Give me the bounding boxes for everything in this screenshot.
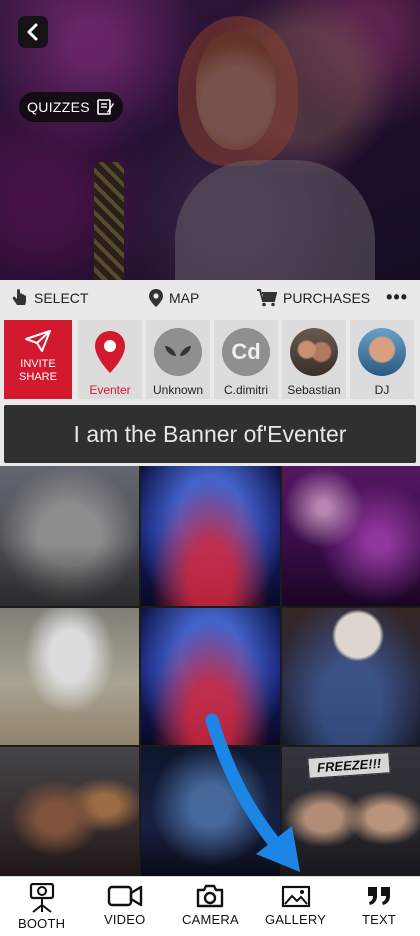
location-pin-icon (95, 331, 125, 373)
gallery-photo[interactable] (0, 466, 139, 606)
gallery-photo[interactable] (141, 466, 280, 606)
quizzes-label: QUIZZES (27, 99, 90, 115)
gallery-photo[interactable] (141, 608, 280, 745)
share-label: SHARE (19, 371, 57, 383)
map-action[interactable]: MAP (149, 289, 199, 307)
participant-name: C.dimitri (224, 383, 268, 397)
photo-gallery-grid: FREEZE!!! (0, 466, 420, 876)
banner-area: I am the Banner of'Eventer (0, 402, 420, 466)
nav-video[interactable]: VIDEO (104, 883, 145, 927)
nav-booth-label: BOOTH (18, 916, 66, 931)
nav-text[interactable]: TEXT (362, 883, 396, 927)
participant-name: Sebastian (287, 383, 341, 397)
hero-dim-overlay (0, 0, 420, 280)
gallery-photo[interactable]: FREEZE!!! (282, 747, 420, 876)
participant-unknown[interactable]: Unknown (146, 320, 210, 399)
participant-sebastian[interactable]: Sebastian (282, 320, 346, 399)
gallery-photo[interactable] (141, 747, 280, 876)
select-action[interactable]: SELECT (12, 289, 88, 307)
avatar (154, 328, 202, 376)
image-gallery-icon (281, 885, 310, 908)
hand-pointer-icon (12, 289, 26, 305)
photo-booth-icon (29, 883, 54, 913)
gallery-photo[interactable] (0, 747, 139, 876)
more-options-button[interactable]: ••• (386, 287, 408, 308)
back-button[interactable] (18, 16, 48, 48)
participant-name: Eventer (89, 383, 131, 397)
map-pin-icon (149, 289, 163, 307)
quizzes-button[interactable]: QUIZZES (19, 92, 123, 122)
gallery-photo[interactable] (0, 608, 139, 745)
invite-share-button[interactable]: INVITE SHARE (4, 320, 72, 399)
event-hero-image (0, 0, 420, 280)
participant-eventer[interactable]: Eventer (78, 320, 142, 399)
purchases-label: PURCHASES (283, 290, 371, 306)
avatar-photo (358, 328, 406, 376)
nav-text-label: TEXT (362, 912, 397, 927)
nav-camera[interactable]: CAMERA (182, 883, 239, 927)
nav-camera-label: CAMERA (182, 912, 239, 927)
invite-label: INVITE (20, 358, 56, 370)
gallery-photo[interactable] (282, 466, 420, 606)
quote-icon (368, 887, 391, 905)
nav-video-label: VIDEO (104, 912, 146, 927)
participant-cdimitri[interactable]: Cd C.dimitri (214, 320, 278, 399)
avatar-photo (290, 328, 338, 376)
select-label: SELECT (34, 290, 89, 306)
action-bar: SELECT MAP PURCHASES ••• (0, 280, 420, 316)
participants-row: INVITE SHARE Eventer Unknown Cd C.dimitr… (0, 316, 420, 402)
nav-gallery-label: GALLERY (265, 912, 327, 927)
freeze-sign: FREEZE!!! (307, 752, 391, 779)
purchases-action[interactable]: PURCHASES (257, 289, 370, 307)
camera-icon (197, 884, 224, 908)
alien-icon (165, 346, 191, 356)
participant-name: Unknown (152, 383, 204, 397)
chevron-left-icon (27, 23, 38, 41)
avatar-initials: Cd (222, 328, 270, 376)
cart-icon (257, 289, 277, 307)
event-banner[interactable]: I am the Banner of'Eventer (4, 405, 416, 463)
map-label: MAP (169, 290, 200, 306)
gallery-photo[interactable] (282, 608, 420, 745)
nav-booth[interactable]: BOOTH (18, 883, 65, 931)
video-camera-icon (107, 885, 142, 907)
avatar (86, 328, 134, 376)
nav-gallery[interactable]: GALLERY (265, 883, 326, 927)
edit-note-icon (97, 99, 114, 115)
participant-name: DJ (374, 383, 390, 397)
bottom-navigation: BOOTH VIDEO CAMERA GALLERY TEXT (0, 876, 420, 936)
participant-dj[interactable]: DJ (350, 320, 414, 399)
paper-plane-icon (25, 330, 51, 352)
